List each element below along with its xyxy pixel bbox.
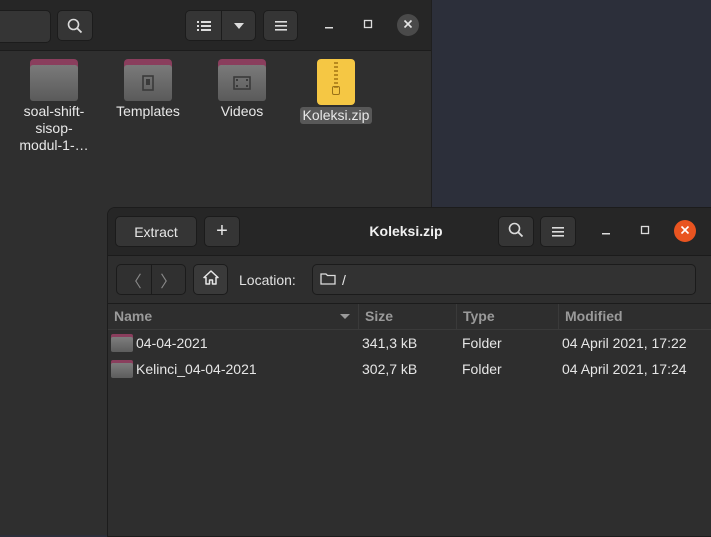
search-icon bbox=[67, 18, 83, 34]
row-modified: 04 April 2021, 17:22 bbox=[562, 335, 687, 351]
file-item-soal-shift[interactable]: soal-shift- sisop- modul-1-… bbox=[12, 59, 96, 154]
column-header-modified[interactable]: Modified bbox=[558, 304, 711, 329]
hamburger-menu-icon bbox=[274, 20, 287, 31]
list-view-icon bbox=[196, 20, 211, 32]
location-path: / bbox=[342, 271, 346, 288]
location-label: Location: bbox=[239, 272, 296, 288]
search-button[interactable] bbox=[57, 10, 93, 41]
column-header-name[interactable]: Name bbox=[108, 304, 358, 329]
row-name: 04-04-2021 bbox=[136, 335, 208, 351]
archive-manager-window: Extract + Koleksi.zip 〈 〉 Location: / Na… bbox=[107, 207, 711, 537]
menu-button[interactable] bbox=[263, 10, 298, 41]
chevron-right-icon: 〉 bbox=[160, 273, 177, 291]
view-options-button[interactable] bbox=[221, 10, 256, 41]
zip-archive-icon bbox=[317, 59, 355, 105]
menu-button[interactable] bbox=[540, 216, 576, 247]
search-button[interactable] bbox=[498, 216, 534, 247]
window-title: Koleksi.zip bbox=[369, 223, 443, 239]
sort-descending-icon bbox=[340, 314, 350, 319]
folder-icon bbox=[30, 59, 78, 101]
file-item-koleksi-zip[interactable]: Koleksi.zip bbox=[294, 59, 378, 124]
minimize-icon bbox=[324, 16, 334, 34]
close-button[interactable] bbox=[674, 220, 696, 242]
archive-headerbar: Extract + Koleksi.zip bbox=[108, 208, 711, 256]
folder-icon bbox=[111, 360, 133, 378]
file-item-videos[interactable]: Videos bbox=[200, 59, 284, 120]
location-toolbar: 〈 〉 Location: / bbox=[108, 256, 711, 304]
file-label-selected: Koleksi.zip bbox=[299, 107, 373, 124]
hamburger-menu-icon bbox=[552, 224, 564, 240]
column-header-type[interactable]: Type bbox=[456, 304, 558, 329]
row-size: 341,3 kB bbox=[362, 335, 418, 351]
maximize-icon bbox=[363, 16, 373, 34]
location-field[interactable]: / bbox=[312, 264, 696, 295]
close-icon bbox=[680, 222, 690, 240]
maximize-button[interactable] bbox=[634, 220, 656, 242]
row-modified: 04 April 2021, 17:24 bbox=[562, 361, 687, 377]
home-icon bbox=[202, 269, 219, 290]
folder-videos-icon bbox=[218, 59, 266, 101]
folder-templates-icon bbox=[124, 59, 172, 101]
add-files-button[interactable]: + bbox=[204, 216, 240, 247]
row-name: Kelinci_04-04-2021 bbox=[136, 361, 257, 377]
minimize-icon bbox=[601, 222, 611, 240]
table-row[interactable]: Kelinci_04-04-2021 302,7 kB Folder 04 Ap… bbox=[108, 356, 711, 382]
file-label: Templates bbox=[116, 103, 180, 119]
file-label: Videos bbox=[220, 103, 264, 119]
column-headers: Name Size Type Modified bbox=[108, 304, 711, 330]
maximize-icon bbox=[640, 222, 650, 240]
column-header-size[interactable]: Size bbox=[358, 304, 456, 329]
extract-button[interactable]: Extract bbox=[115, 216, 197, 247]
minimize-button[interactable] bbox=[595, 220, 617, 242]
home-button[interactable] bbox=[193, 264, 228, 295]
close-button[interactable] bbox=[397, 14, 419, 36]
row-size: 302,7 kB bbox=[362, 361, 418, 377]
file-item-templates[interactable]: Templates bbox=[106, 59, 190, 120]
table-row[interactable]: 04-04-2021 341,3 kB Folder 04 April 2021… bbox=[108, 330, 711, 356]
file-label: soal-shift- sisop- modul-1-… bbox=[19, 103, 89, 153]
folder-icon bbox=[111, 334, 133, 352]
maximize-button[interactable] bbox=[357, 14, 379, 36]
file-manager-headerbar bbox=[0, 0, 431, 51]
close-icon bbox=[403, 16, 413, 34]
minimize-button[interactable] bbox=[318, 14, 340, 36]
folder-outline-icon bbox=[320, 272, 342, 288]
search-icon bbox=[508, 222, 524, 241]
chevron-down-icon bbox=[233, 22, 244, 29]
path-bar[interactable] bbox=[0, 10, 51, 43]
navigation-buttons: 〈 〉 bbox=[116, 264, 186, 295]
row-type: Folder bbox=[462, 361, 502, 377]
forward-button[interactable]: 〉 bbox=[150, 265, 186, 294]
chevron-left-icon: 〈 bbox=[125, 273, 142, 291]
back-button[interactable]: 〈 bbox=[117, 265, 151, 294]
row-type: Folder bbox=[462, 335, 502, 351]
view-list-button[interactable] bbox=[185, 10, 222, 41]
